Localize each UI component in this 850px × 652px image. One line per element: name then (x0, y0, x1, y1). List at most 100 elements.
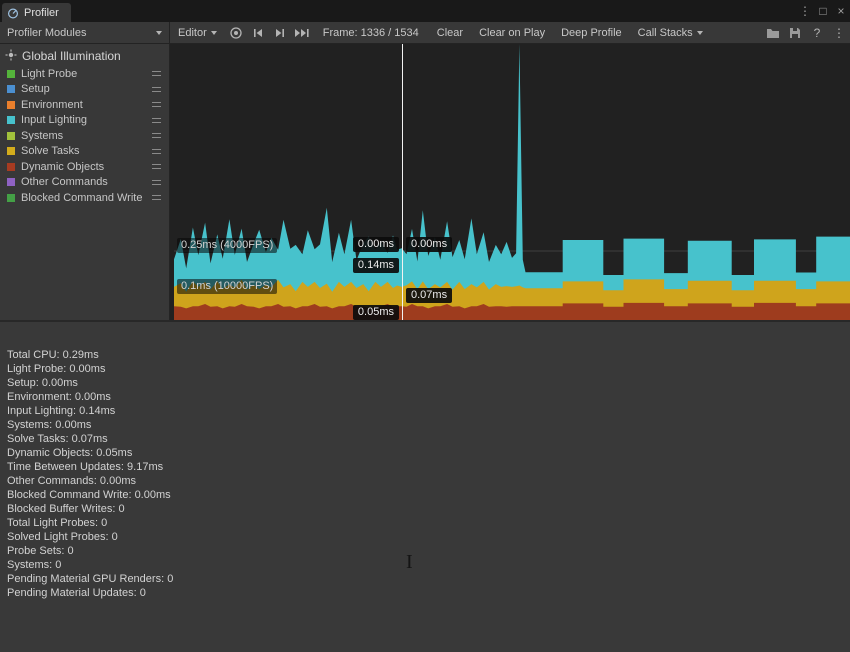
module-title: Global Illumination (22, 49, 121, 63)
tab-label: Profiler (24, 7, 59, 19)
gridline-label: 0.25ms (4000FPS) (177, 238, 277, 253)
drag-handle-icon[interactable] (152, 118, 161, 123)
frame-value-tooltip: 0.07ms (406, 288, 452, 303)
legend-color-swatch (7, 194, 15, 202)
legend-label: Setup (21, 83, 50, 95)
close-icon[interactable]: × (832, 0, 850, 22)
legend-color-swatch (7, 132, 15, 140)
legend-item-input-lighting[interactable]: Input Lighting (0, 113, 169, 129)
legend-item-environment[interactable]: Environment (0, 97, 169, 113)
profiler-gauge-icon (7, 7, 19, 19)
gi-chart[interactable]: 0.25ms (4000FPS) 0.1ms (10000FPS) 0.00ms 0.… (170, 44, 850, 320)
drag-handle-icon[interactable] (152, 87, 161, 92)
frame-value-tooltip: 0.14ms (353, 258, 399, 273)
deep-profile-label: Deep Profile (561, 27, 622, 39)
global-illumination-icon (5, 49, 17, 64)
window-controls: ⋮ □ × (796, 0, 850, 22)
legend-item-light-probe[interactable]: Light Probe (0, 66, 169, 82)
previous-frame-button[interactable] (247, 22, 269, 43)
drag-handle-icon[interactable] (152, 71, 161, 76)
drag-handle-icon[interactable] (152, 149, 161, 154)
legend-label: Other Commands (21, 176, 108, 188)
detail-line: Systems: 0.00ms (7, 418, 850, 432)
frame-counter: Frame: 1336 / 1534 (313, 22, 429, 43)
legend-item-systems[interactable]: Systems (0, 128, 169, 144)
folder-open-icon (766, 27, 780, 39)
details-panel: Total CPU: 0.29msLight Probe: 0.00msSetu… (0, 320, 850, 652)
editor-label: Editor (178, 27, 207, 39)
save-profile-button[interactable] (784, 22, 806, 43)
detail-line: Pending Material GPU Renders: 0 (7, 572, 850, 586)
profiler-main: Global Illumination Light Probe Setup Envi… (0, 44, 850, 320)
current-frame-button[interactable] (291, 22, 313, 43)
legend-label: Input Lighting (21, 114, 87, 126)
selected-frame-line[interactable] (402, 44, 403, 320)
clear-on-play-toggle[interactable]: Clear on Play (471, 22, 553, 43)
maximize-icon[interactable]: □ (814, 0, 832, 22)
drag-handle-icon[interactable] (152, 133, 161, 138)
next-frame-button[interactable] (269, 22, 291, 43)
deep-profile-toggle[interactable]: Deep Profile (553, 22, 630, 43)
legend-label: Blocked Command Write (21, 192, 142, 204)
toolbar: Profiler Modules Editor Frame: 1336 / 15… (0, 22, 850, 44)
legend-item-other-commands[interactable]: Other Commands (0, 175, 169, 191)
legend-color-swatch (7, 147, 15, 155)
profiler-modules-dropdown[interactable]: Profiler Modules (0, 22, 170, 43)
legend-label: Dynamic Objects (21, 161, 104, 173)
detail-line: Input Lighting: 0.14ms (7, 404, 850, 418)
drag-handle-icon[interactable] (152, 164, 161, 169)
drag-handle-icon[interactable] (152, 180, 161, 185)
call-stacks-label: Call Stacks (638, 27, 693, 39)
clear-button[interactable]: Clear (429, 22, 471, 43)
next-frame-icon (274, 28, 286, 38)
legend-color-swatch (7, 101, 15, 109)
legend-color-swatch (7, 116, 15, 124)
legend-label: Systems (21, 130, 63, 142)
frame-value-tooltip: 0.05ms (353, 305, 399, 320)
detail-line: Systems: 0 (7, 558, 850, 572)
detail-line: Probe Sets: 0 (7, 544, 850, 558)
help-button[interactable]: ? (806, 22, 828, 43)
chevron-down-icon (156, 31, 162, 35)
gridline-label: 0.1ms (10000FPS) (177, 279, 277, 294)
record-button[interactable] (225, 22, 247, 43)
call-stacks-dropdown[interactable]: Call Stacks (630, 22, 711, 43)
chevron-down-icon (697, 31, 703, 35)
legend-item-setup[interactable]: Setup (0, 82, 169, 98)
legend-label: Light Probe (21, 68, 77, 80)
legend-list: Light Probe Setup Environment Input Lightin… (0, 66, 169, 206)
toolbar-menu-button[interactable]: ⋮ (828, 22, 850, 43)
detail-line: Solved Light Probes: 0 (7, 530, 850, 544)
drag-handle-icon[interactable] (152, 102, 161, 107)
legend-color-swatch (7, 70, 15, 78)
clear-on-play-label: Clear on Play (479, 27, 545, 39)
detail-line: Time Between Updates: 9.17ms (7, 460, 850, 474)
save-disk-icon (789, 27, 801, 39)
detail-line: Blocked Buffer Writes: 0 (7, 502, 850, 516)
detail-line: Environment: 0.00ms (7, 390, 850, 404)
frame-value-tooltip: 0.00ms (406, 237, 452, 252)
legend-item-solve-tasks[interactable]: Solve Tasks (0, 144, 169, 160)
window-menu-icon[interactable]: ⋮ (796, 0, 814, 22)
record-icon (229, 26, 243, 40)
legend-item-dynamic-objects[interactable]: Dynamic Objects (0, 159, 169, 175)
module-header: Global Illumination (0, 44, 169, 66)
drag-handle-icon[interactable] (152, 195, 161, 200)
detail-line: Dynamic Objects: 0.05ms (7, 446, 850, 460)
current-frame-icon (294, 28, 310, 38)
load-profile-button[interactable] (762, 22, 784, 43)
legend-label: Solve Tasks (21, 145, 80, 157)
previous-frame-icon (252, 28, 264, 38)
editor-target-dropdown[interactable]: Editor (170, 22, 225, 43)
detail-line: Solve Tasks: 0.07ms (7, 432, 850, 446)
detail-line: Total Light Probes: 0 (7, 516, 850, 530)
detail-line: Blocked Command Write: 0.00ms (7, 488, 850, 502)
legend-color-swatch (7, 163, 15, 171)
tab-profiler[interactable]: Profiler (2, 3, 71, 22)
clear-label: Clear (437, 27, 463, 39)
toolbar-spacer (711, 22, 762, 43)
legend-label: Environment (21, 99, 83, 111)
legend-item-blocked-command-write[interactable]: Blocked Command Write (0, 190, 169, 206)
detail-line: Setup: 0.00ms (7, 376, 850, 390)
profiler-window: Profiler ⋮ □ × Profiler Modules Editor (0, 0, 850, 652)
